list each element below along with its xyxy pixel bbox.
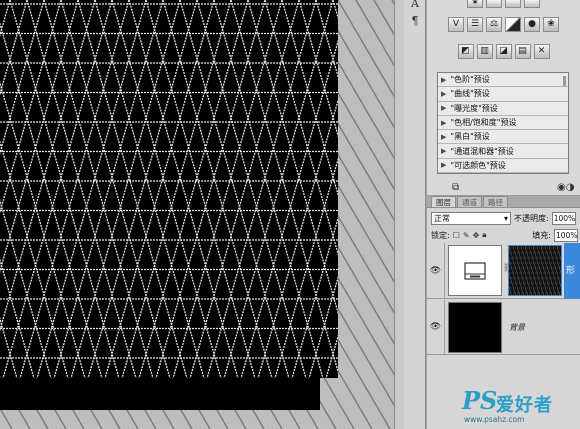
watermark-url: www.psahz.com bbox=[464, 415, 525, 424]
layer-mask-thumbnail[interactable] bbox=[508, 245, 562, 296]
layer-name-selected[interactable]: 形 bbox=[564, 243, 580, 299]
blend-row: 正常 ▾ 不透明度: 100% bbox=[431, 211, 578, 225]
preset-item-curves[interactable]: ▶ "曲线"预设 bbox=[438, 87, 568, 102]
tab-channels[interactable]: 通道 bbox=[457, 196, 482, 207]
expand-arrow-icon[interactable]: ▶ bbox=[441, 76, 446, 84]
expand-arrow-icon[interactable]: ▶ bbox=[441, 133, 446, 141]
adjustments-footer: ⧉ ◉◑ bbox=[427, 180, 580, 195]
preset-item-hue-saturation[interactable]: ▶ "色相/饱和度"预设 bbox=[438, 116, 568, 131]
visibility-clip-icon[interactable]: ◉◑ bbox=[557, 182, 574, 193]
tab-layers[interactable]: 图层 bbox=[431, 196, 456, 207]
document-bottom-strip bbox=[0, 378, 320, 410]
lock-brush-icon[interactable]: ✎ bbox=[463, 231, 470, 240]
layers-tab-bar: 图层 通道 路径 bbox=[427, 196, 580, 208]
adjustment-icons-top: ✶ bbox=[427, 0, 580, 8]
paragraph-icon[interactable]: ¶ bbox=[408, 14, 422, 28]
adjustments-panel: ✶ V ☰ ⚖ ● ❀ ◩ ▥ ◪ ▤ ✕ ▶ "色阶"预设 ▶ "曲线"预设 … bbox=[427, 0, 580, 196]
expand-arrow-icon[interactable]: ▶ bbox=[441, 90, 446, 98]
brightness-icon[interactable]: ✶ bbox=[467, 0, 483, 8]
levels-icon[interactable] bbox=[486, 0, 502, 8]
canvas-scroll-edge bbox=[394, 0, 404, 429]
adjustment-icons-row-1: V ☰ ⚖ ● ❀ bbox=[427, 17, 580, 35]
lock-label: 锁定: bbox=[431, 230, 450, 240]
balance-scale-icon[interactable]: ⚖ bbox=[486, 17, 502, 32]
mask-pattern bbox=[509, 246, 561, 295]
watermark-logo: PS bbox=[462, 386, 498, 415]
invert-icon[interactable]: ◩ bbox=[457, 44, 474, 59]
fill-field[interactable]: 100% bbox=[554, 228, 578, 242]
fill-label: 填充: bbox=[532, 230, 551, 240]
watermark-text: 爱好者 bbox=[496, 395, 553, 416]
preset-item-black-white[interactable]: ▶ "黑白"预设 bbox=[438, 130, 568, 145]
threshold-icon[interactable]: ◪ bbox=[495, 44, 512, 59]
adjustment-layer-thumbnail bbox=[448, 245, 502, 296]
black-white-icon[interactable] bbox=[505, 17, 521, 32]
preset-item-channel-mixer[interactable]: ▶ "通道混和器"预设 bbox=[438, 144, 568, 159]
triangle-pattern-artwork bbox=[0, 0, 394, 429]
tab-paths[interactable]: 路径 bbox=[483, 196, 508, 207]
expand-arrow-icon[interactable]: ▶ bbox=[441, 104, 446, 112]
photo-filter-icon[interactable]: ● bbox=[524, 17, 540, 32]
lock-all-icon[interactable]: 🔒︎ bbox=[482, 230, 486, 240]
gradient-map-icon[interactable]: ▤ bbox=[514, 44, 531, 59]
panel-dock: ✶ V ☰ ⚖ ● ❀ ◩ ▥ ◪ ▤ ✕ ▶ "色阶"预设 ▶ "曲线"预设 … bbox=[427, 0, 580, 429]
preset-item-levels[interactable]: ▶ "色阶"预设 bbox=[438, 73, 568, 88]
color-balance-icon[interactable]: ☰ bbox=[467, 17, 483, 32]
collapsed-panel-strip: A ¶ bbox=[404, 0, 426, 429]
expand-arrow-icon[interactable]: ▶ bbox=[441, 147, 446, 155]
posterize-icon[interactable]: ▥ bbox=[476, 44, 493, 59]
expand-arrow-icon[interactable]: ▶ bbox=[441, 119, 446, 127]
site-watermark: PS 爱好者 www.psahz.com bbox=[462, 386, 580, 426]
eye-icon[interactable]: 👁︎ bbox=[427, 243, 445, 298]
channel-mixer-icon[interactable]: ❀ bbox=[543, 17, 559, 32]
adjustment-layer-icon bbox=[464, 261, 486, 280]
lock-transparent-icon[interactable]: ☐ bbox=[453, 231, 460, 240]
expand-arrow-icon[interactable]: ▶ bbox=[441, 161, 446, 169]
return-to-list-icon[interactable]: ⧉ bbox=[452, 182, 459, 193]
adjustment-icons-row-2: ◩ ▥ ◪ ▤ ✕ bbox=[427, 44, 580, 62]
opacity-label: 不透明度: bbox=[514, 213, 549, 223]
opacity-field[interactable]: 100% bbox=[551, 211, 576, 225]
layer-row-background[interactable]: 👁︎ 背景 bbox=[427, 300, 580, 355]
blend-mode-select[interactable]: 正常 ▾ bbox=[431, 211, 511, 225]
background-layer-thumbnail bbox=[448, 302, 502, 353]
document-canvas[interactable] bbox=[0, 0, 394, 429]
exposure-icon[interactable] bbox=[524, 0, 540, 8]
vibrance-icon[interactable]: V bbox=[448, 17, 464, 32]
selective-color-icon[interactable]: ✕ bbox=[533, 44, 550, 59]
blend-mode-value: 正常 bbox=[434, 213, 450, 223]
chevron-down-icon: ▾ bbox=[503, 213, 508, 223]
preset-item-exposure[interactable]: ▶ "曝光度"预设 bbox=[438, 102, 568, 116]
document-body bbox=[0, 0, 338, 410]
lock-move-icon[interactable]: ✥ bbox=[473, 231, 480, 240]
curves-icon[interactable] bbox=[505, 0, 521, 8]
layer-row-shape[interactable]: 👁︎ ⛓ 形 bbox=[427, 243, 580, 299]
layer-name-background: 背景 bbox=[509, 323, 525, 332]
eye-icon[interactable]: 👁︎ bbox=[427, 300, 445, 354]
adjustment-presets-list: ▶ "色阶"预设 ▶ "曲线"预设 ▶ "曝光度"预设 ▶ "色相/饱和度"预设… bbox=[437, 72, 569, 175]
type-icon[interactable]: A bbox=[408, 0, 422, 11]
preset-item-selective-color[interactable]: ▶ "可选颜色"预设 bbox=[438, 159, 568, 174]
lock-row: 锁定: ☐ ✎ ✥ 🔒︎ 填充: 100% bbox=[431, 228, 578, 242]
preset-scrollbar[interactable] bbox=[563, 76, 566, 86]
